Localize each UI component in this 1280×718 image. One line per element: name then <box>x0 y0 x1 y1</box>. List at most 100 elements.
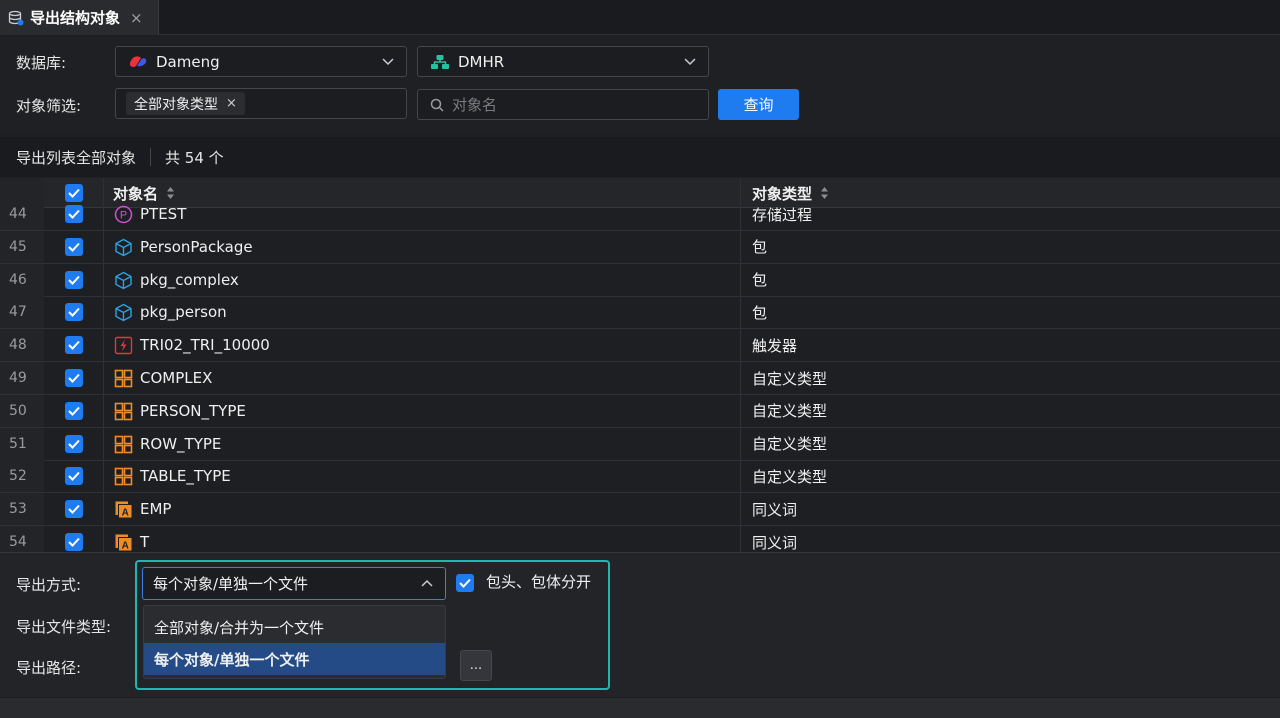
tab-close-icon[interactable]: × <box>130 9 143 27</box>
custom-type-icon <box>114 435 133 454</box>
schema-icon <box>431 54 449 69</box>
object-name: ROW_TYPE <box>140 434 222 453</box>
object-type: 自定义类型 <box>752 402 828 421</box>
dameng-logo-icon <box>129 55 147 67</box>
table-row[interactable]: 48 TRI02_TRI_10000 触发器 <box>0 329 1280 363</box>
svg-text:A: A <box>122 541 129 552</box>
chevron-down-icon <box>382 58 394 66</box>
row-number: 49 <box>0 362 44 394</box>
database-icon <box>8 10 24 25</box>
trigger-icon <box>114 336 133 355</box>
table-row[interactable]: 45 PersonPackage 包 <box>0 230 1280 264</box>
object-type: 自定义类型 <box>752 369 828 388</box>
option-merge-single-file[interactable]: 全部对象/合并为一个文件 <box>144 611 445 643</box>
check-icon <box>68 505 80 515</box>
option-one-file-per-object[interactable]: 每个对象/单独一个文件 <box>144 643 445 675</box>
split-header-body-checkbox[interactable] <box>456 574 474 592</box>
table-row[interactable]: 54 A T 同义词 <box>0 526 1280 552</box>
row-number: 47 <box>0 296 44 329</box>
table-row[interactable]: 44 P PTEST 存储过程 <box>0 198 1280 231</box>
check-icon <box>68 373 80 383</box>
object-count: 共 54 个 <box>165 148 224 167</box>
divider <box>150 148 152 166</box>
tab-title: 导出结构对象 <box>30 9 121 27</box>
filter-form: 数据库: Dameng DMHR 对象筛选: 全部对象类型 × 对象名 查询 <box>0 36 1280 132</box>
export-settings: 导出方式: 导出文件类型: 导出路径: 每个对象/单独一个文件 包头、包体分开 … <box>0 552 1280 697</box>
row-checkbox[interactable] <box>65 205 83 223</box>
database-label: 数据库: <box>16 54 67 72</box>
row-number: 54 <box>0 526 44 552</box>
row-checkbox[interactable] <box>65 336 83 355</box>
browse-path-button[interactable]: ... <box>460 650 492 681</box>
check-icon <box>68 188 80 198</box>
object-type: 存储过程 <box>752 205 813 224</box>
table-row[interactable]: 47 pkg_person 包 <box>0 296 1280 330</box>
check-icon <box>68 406 80 416</box>
row-checkbox[interactable] <box>65 533 83 551</box>
object-type: 包 <box>752 271 768 290</box>
search-input[interactable]: 对象名 <box>417 89 709 120</box>
column-divider <box>740 178 741 552</box>
object-name: pkg_person <box>140 303 227 322</box>
object-type: 自定义类型 <box>752 467 828 486</box>
package-icon <box>114 271 133 290</box>
search-placeholder: 对象名 <box>452 96 498 114</box>
object-type-filter[interactable]: 全部对象类型 × <box>115 88 407 119</box>
row-checkbox[interactable] <box>65 467 83 486</box>
object-type: 触发器 <box>752 336 798 355</box>
object-name: PersonPackage <box>140 237 253 256</box>
summary-bar: 导出列表全部对象 共 54 个 <box>0 137 1280 177</box>
object-type: 包 <box>752 238 768 257</box>
svg-text:A: A <box>122 508 129 519</box>
database-select[interactable]: Dameng <box>115 46 407 77</box>
row-checkbox[interactable] <box>65 500 83 519</box>
chevron-down-icon <box>684 58 696 66</box>
search-icon <box>430 98 444 112</box>
table-row[interactable]: 50 PERSON_TYPE 自定义类型 <box>0 394 1280 428</box>
object-name: TABLE_TYPE <box>140 467 231 486</box>
custom-type-icon <box>114 369 133 388</box>
object-name: TRI02_TRI_10000 <box>140 336 270 355</box>
procedure-icon: P <box>114 205 133 224</box>
tag-close-icon[interactable]: × <box>226 96 237 111</box>
custom-type-icon <box>114 467 133 486</box>
schema-select[interactable]: DMHR <box>417 46 709 77</box>
table-row[interactable]: 51 ROW_TYPE 自定义类型 <box>0 427 1280 461</box>
filter-label: 对象筛选: <box>16 97 82 115</box>
check-icon <box>459 578 471 588</box>
package-icon <box>114 238 133 257</box>
row-checkbox[interactable] <box>65 401 83 420</box>
export-mode-label: 导出方式: <box>16 576 82 594</box>
tab-bar: 导出结构对象 × <box>0 0 1280 35</box>
object-name: pkg_complex <box>140 270 239 289</box>
svg-text:P: P <box>120 210 127 222</box>
check-icon <box>68 439 80 449</box>
object-type: 同义词 <box>752 533 798 552</box>
query-button[interactable]: 查询 <box>718 89 799 120</box>
table-row[interactable]: 49 COMPLEX 自定义类型 <box>0 362 1280 395</box>
export-mode-select[interactable]: 每个对象/单独一个文件 <box>142 567 446 600</box>
row-checkbox[interactable] <box>65 303 83 322</box>
row-number: 53 <box>0 493 44 526</box>
footer-bar <box>0 698 1280 718</box>
row-checkbox[interactable] <box>65 237 83 256</box>
tab-export-structure[interactable]: 导出结构对象 × <box>0 0 159 35</box>
object-type: 包 <box>752 303 768 322</box>
object-name: COMPLEX <box>140 369 213 387</box>
column-divider <box>103 178 104 552</box>
row-number: 50 <box>0 394 44 427</box>
object-type: 同义词 <box>752 500 798 519</box>
row-checkbox[interactable] <box>65 369 83 387</box>
table-row[interactable]: 46 pkg_complex 包 <box>0 263 1280 297</box>
table-row[interactable]: 52 TABLE_TYPE 自定义类型 <box>0 460 1280 494</box>
check-icon <box>68 537 80 547</box>
row-checkbox[interactable] <box>65 270 83 289</box>
row-checkbox[interactable] <box>65 434 83 453</box>
row-number: 44 <box>0 198 44 230</box>
check-icon <box>68 275 80 285</box>
table-row[interactable]: 53 A EMP 同义词 <box>0 493 1280 527</box>
check-icon <box>68 341 80 351</box>
check-icon <box>68 472 80 482</box>
object-name: EMP <box>140 500 172 519</box>
schema-value: DMHR <box>458 52 505 71</box>
